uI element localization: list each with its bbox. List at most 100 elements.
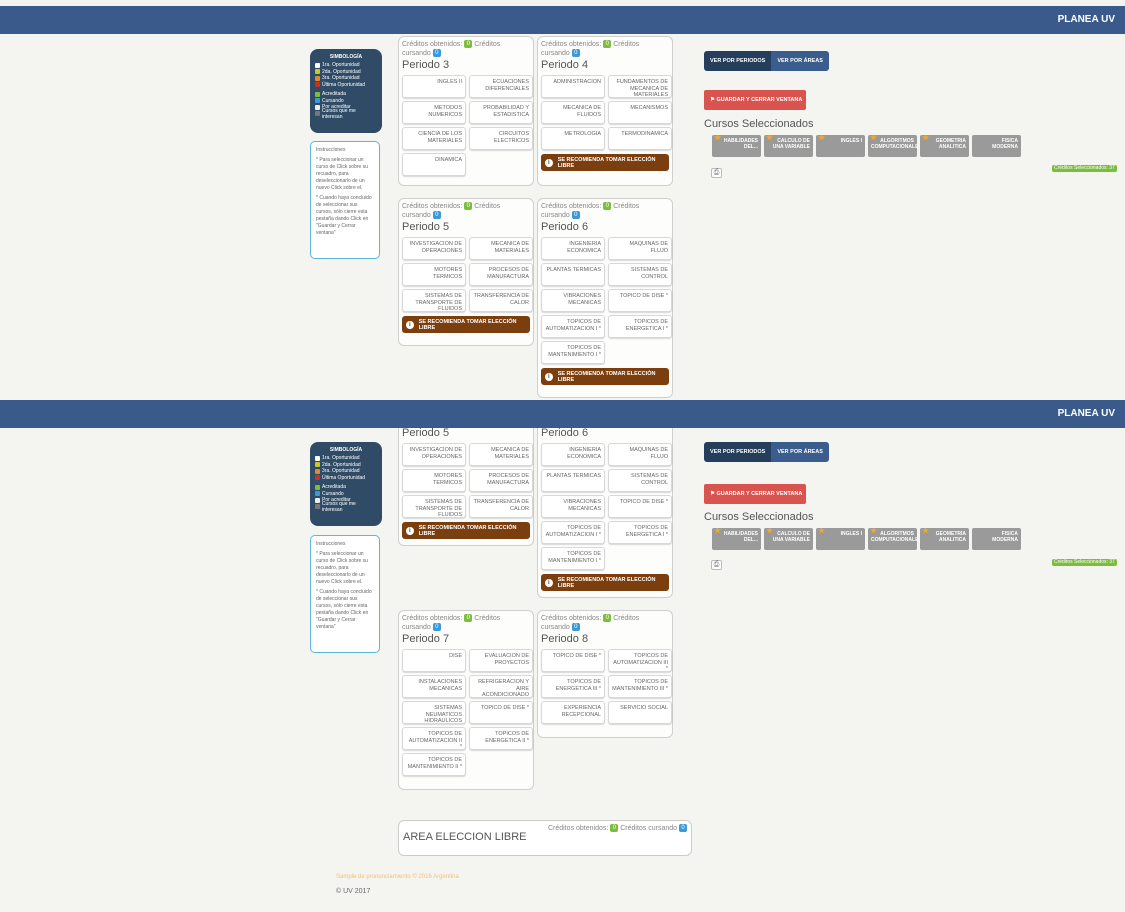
- course-tile[interactable]: INVESTIGACION DE OPERACIONES: [402, 443, 466, 466]
- selected-course[interactable]: ★ CALCULO DE UNA VARIABLE: [764, 135, 813, 157]
- selected-credits-badge: Créditos Seleccionados: 37: [1052, 165, 1117, 172]
- credits-info: Créditos obtenidos: 0 Créditos cursando …: [541, 40, 640, 58]
- period-title: Periodo 4: [541, 59, 589, 71]
- course-tile[interactable]: TOPICOS DE ENERGETICA I *: [608, 315, 672, 338]
- course-tile[interactable]: TOPICO DE DISE *: [469, 701, 533, 724]
- course-tile[interactable]: MECANICA DE FLUIDOS: [541, 101, 605, 124]
- course-tile[interactable]: ADMINISTRACION: [541, 75, 605, 98]
- selected-course[interactable]: ★ ALGORITMOS COMPUTACIONALES: [868, 135, 917, 157]
- selected-course[interactable]: ★ ALGORITMOS COMPUTACIONALES: [868, 528, 917, 550]
- legend-swatch: [315, 82, 320, 88]
- course-tile[interactable]: REFRIGERACION Y AIRE ACONDICIONADO: [469, 675, 533, 698]
- course-tile[interactable]: CIENCIA DE LOS MATERIALES: [402, 127, 466, 150]
- course-tile[interactable]: MOTORES TERMICOS: [402, 469, 466, 492]
- course-tile[interactable]: INGENIERIA ECONOMICA: [541, 237, 605, 260]
- selected-course[interactable]: FISICA MODERNA: [972, 528, 1021, 550]
- course-tile[interactable]: INSTALACIONES MECANICAS: [402, 675, 466, 698]
- course-tile[interactable]: TOPICO DE DISE *: [608, 495, 672, 518]
- top-navbar: PLANEA UV: [0, 400, 1125, 428]
- course-tile[interactable]: SISTEMAS NEUMATICOS HIDRAULICOS: [402, 701, 466, 724]
- course-tile[interactable]: METODOS NUMERICOS: [402, 101, 466, 124]
- course-tile[interactable]: TRANSFERENCIA DE CALOR: [469, 495, 533, 518]
- course-grid: INGENIERIA ECONOMICA MAQUINAS DE FLUJO P…: [541, 237, 672, 364]
- course-tile[interactable]: FUNDAMENTOS DE MECANICA DE MATERIALES: [608, 75, 672, 98]
- selected-course[interactable]: ★ CALCULO DE UNA VARIABLE: [764, 528, 813, 550]
- top-section: SIMBOLOGÍA 1ra. Oportunidad 2da. Oportun…: [0, 34, 1125, 400]
- selected-course[interactable]: ★ GEOMETRIA ANALITICA: [920, 135, 969, 157]
- course-tile[interactable]: CIRCUITOS ELECTRICOS: [469, 127, 533, 150]
- recommend-free-elective-banner: i SE RECOMIENDA TOMAR ELECCIÓN LIBRE: [541, 154, 669, 171]
- course-tile[interactable]: TOPICOS DE MANTENIMIENTO II *: [402, 753, 466, 776]
- course-tile[interactable]: TOPICOS DE AUTOMATIZACION I *: [541, 521, 605, 544]
- course-tile[interactable]: TOPICO DE DISE *: [541, 649, 605, 672]
- course-tile[interactable]: SISTEMAS DE TRANSPORTE DE FLUIDOS: [402, 289, 466, 312]
- star-icon: ★: [766, 135, 774, 142]
- course-tile[interactable]: SERVICIO SOCIAL: [608, 701, 672, 724]
- save-and-close-button[interactable]: ⚑ GUARDAR Y CERRAR VENTANA: [704, 484, 806, 504]
- period-title: Periodo 6: [541, 428, 589, 439]
- legend-item: Cursos que me interesan: [315, 108, 377, 120]
- print-icon[interactable]: ⎙: [711, 560, 722, 570]
- tab-by-area[interactable]: VER POR ÁREAS: [771, 442, 829, 462]
- course-tile[interactable]: DINAMICA: [402, 153, 466, 176]
- info-icon: i: [545, 158, 553, 167]
- course-tile[interactable]: MECANICA DE MATERIALES: [469, 237, 533, 260]
- course-tile[interactable]: TERMODINAMICA: [608, 127, 672, 150]
- selected-course[interactable]: ★ HABILIDADES DEL...: [712, 528, 761, 550]
- legend-swatch: [315, 468, 320, 474]
- tab-by-period[interactable]: VER POR PERIODOS: [704, 51, 772, 71]
- selected-course[interactable]: FISICA MODERNA: [972, 135, 1021, 157]
- legend-swatch: [315, 475, 320, 481]
- course-grid: INVESTIGACION DE OPERACIONES MECANICA DE…: [402, 237, 533, 312]
- course-tile[interactable]: SISTEMAS DE TRANSPORTE DE FLUIDOS: [402, 495, 466, 518]
- period-title: Periodo 5: [402, 221, 450, 233]
- course-tile[interactable]: PROCESOS DE MANUFACTURA: [469, 469, 533, 492]
- selected-course[interactable]: ★ INGLES I: [816, 528, 865, 550]
- course-tile[interactable]: INGLES II: [402, 75, 466, 98]
- course-tile[interactable]: TOPICOS DE AUTOMATIZACION I *: [541, 315, 605, 338]
- course-tile[interactable]: TOPICOS DE MANTENIMIENTO III *: [608, 675, 672, 698]
- course-tile[interactable]: TRANSFERENCIA DE CALOR: [469, 289, 533, 312]
- course-tile[interactable]: MAQUINAS DE FLUJO: [608, 237, 672, 260]
- course-tile[interactable]: TOPICOS DE MANTENIMIENTO I *: [541, 547, 605, 570]
- course-tile[interactable]: SISTEMAS DE CONTROL: [608, 469, 672, 492]
- course-tile[interactable]: ECUACIONES DIFERENCIALES: [469, 75, 533, 98]
- course-tile[interactable]: TOPICO DE DISE *: [608, 289, 672, 312]
- course-tile[interactable]: EVALUACION DE PROYECTOS: [469, 649, 533, 672]
- course-tile[interactable]: PLANTAS TERMICAS: [541, 263, 605, 286]
- instructions-panel: Instrucciones * Para seleccionar un curs…: [310, 535, 380, 653]
- course-tile[interactable]: TOPICOS DE ENERGETICA III *: [541, 675, 605, 698]
- course-tile[interactable]: VIBRACIONES MECANICAS: [541, 495, 605, 518]
- course-tile[interactable]: DISE: [402, 649, 466, 672]
- course-tile[interactable]: METROLOGIA: [541, 127, 605, 150]
- course-tile[interactable]: TOPICOS DE AUTOMATIZACION II *: [402, 727, 466, 750]
- brand-label[interactable]: PLANEA UV: [1058, 408, 1115, 419]
- period-title: Periodo 7: [402, 633, 450, 645]
- course-tile[interactable]: SISTEMAS DE CONTROL: [608, 263, 672, 286]
- footer-note: Sample de pronunciamiento © 2016 Argenti…: [336, 874, 459, 880]
- selected-course[interactable]: ★ INGLES I: [816, 135, 865, 157]
- tab-by-area[interactable]: VER POR ÁREAS: [771, 51, 829, 71]
- selected-course[interactable]: ★ HABILIDADES DEL...: [712, 135, 761, 157]
- course-tile[interactable]: INVESTIGACION DE OPERACIONES: [402, 237, 466, 260]
- course-tile[interactable]: INGENIERIA ECONOMICA: [541, 443, 605, 466]
- course-tile[interactable]: MAQUINAS DE FLUJO: [608, 443, 672, 466]
- course-tile[interactable]: TOPICOS DE AUTOMATIZACION III *: [608, 649, 672, 672]
- brand-label[interactable]: PLANEA UV: [1058, 14, 1115, 25]
- selected-course[interactable]: ★ GEOMETRIA ANALITICA: [920, 528, 969, 550]
- course-tile[interactable]: TOPICOS DE ENERGETICA I *: [608, 521, 672, 544]
- course-tile[interactable]: TOPICOS DE ENERGETICA II *: [469, 727, 533, 750]
- print-icon[interactable]: ⎙: [711, 168, 722, 178]
- star-icon: ★: [870, 135, 878, 142]
- course-tile[interactable]: PROBABILIDAD Y ESTADISTICA: [469, 101, 533, 124]
- course-tile[interactable]: EXPERIENCIA RECEPCIONAL: [541, 701, 605, 724]
- course-tile[interactable]: PLANTAS TERMICAS: [541, 469, 605, 492]
- save-and-close-button[interactable]: ⚑ GUARDAR Y CERRAR VENTANA: [704, 90, 806, 110]
- course-tile[interactable]: VIBRACIONES MECANICAS: [541, 289, 605, 312]
- tab-by-period[interactable]: VER POR PERIODOS: [704, 442, 772, 462]
- course-tile[interactable]: MECANISMOS: [608, 101, 672, 124]
- course-tile[interactable]: TOPICOS DE MANTENIMIENTO I *: [541, 341, 605, 364]
- course-tile[interactable]: MOTORES TERMICOS: [402, 263, 466, 286]
- course-tile[interactable]: PROCESOS DE MANUFACTURA: [469, 263, 533, 286]
- course-tile[interactable]: MECANICA DE MATERIALES: [469, 443, 533, 466]
